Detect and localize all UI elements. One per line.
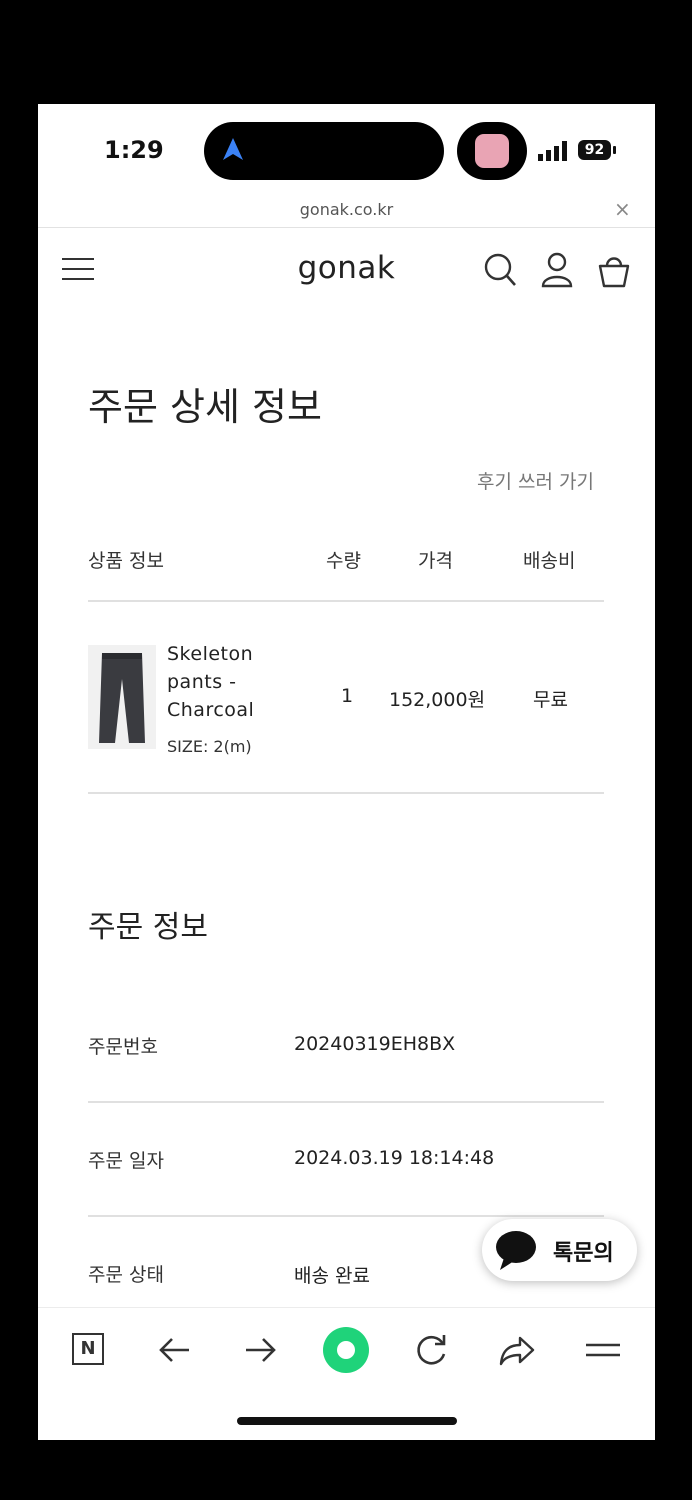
- more-menu-icon[interactable]: [585, 1330, 621, 1370]
- divider: [88, 1101, 604, 1103]
- signal-icon: [538, 141, 567, 161]
- status-bar: 1:29 92: [38, 104, 655, 196]
- product-quantity: 1: [341, 685, 354, 707]
- battery-cap: [613, 146, 616, 154]
- cart-icon[interactable]: [596, 250, 632, 290]
- app-icon: [475, 134, 509, 168]
- product-shipping: 무료: [533, 689, 568, 711]
- user-icon[interactable]: [540, 250, 574, 290]
- forward-icon[interactable]: [243, 1330, 277, 1370]
- search-icon[interactable]: [483, 250, 517, 290]
- write-review-link[interactable]: 후기 쓰러 가기: [477, 467, 594, 494]
- url-text: gonak.co.kr: [299, 200, 394, 219]
- order-number-value: 20240319EH8BX: [294, 1033, 456, 1055]
- page-title: 주문 상세 정보: [88, 385, 322, 429]
- close-icon[interactable]: ×: [614, 197, 631, 221]
- product-price: 152,000원: [389, 689, 486, 711]
- order-status-label: 주문 상태: [88, 1264, 164, 1286]
- product-size: SIZE: 2(m): [167, 737, 252, 756]
- divider: [88, 600, 604, 602]
- product-name[interactable]: Skeleton pants - Charcoal: [167, 640, 297, 724]
- status-time: 1:29: [104, 136, 164, 164]
- order-info-title: 주문 정보: [88, 910, 208, 945]
- site-header: gonak: [38, 228, 655, 314]
- phone-screen: 1:29 92 gonak.co.kr × gonak 주문 상세 정보 후기 …: [38, 104, 655, 1440]
- chat-inquiry-label: 톡문의: [553, 1241, 614, 1266]
- dynamic-island: [204, 122, 444, 180]
- order-date-value: 2024.03.19 18:14:48: [294, 1147, 495, 1169]
- product-thumbnail[interactable]: [88, 645, 156, 749]
- live-activity-island: [457, 122, 527, 180]
- share-icon[interactable]: [498, 1330, 536, 1370]
- chat-inquiry-button[interactable]: 톡문의: [482, 1219, 637, 1281]
- back-icon[interactable]: [158, 1330, 192, 1370]
- green-dot-button[interactable]: [323, 1327, 369, 1373]
- column-header-price: 가격: [418, 550, 453, 572]
- divider: [88, 792, 604, 794]
- refresh-icon[interactable]: [413, 1330, 449, 1370]
- battery-icon: 92: [578, 140, 611, 160]
- order-date-label: 주문 일자: [88, 1150, 164, 1172]
- column-header-quantity: 수량: [326, 550, 361, 572]
- pants-image: [99, 653, 145, 743]
- order-number-label: 주문번호: [88, 1036, 158, 1058]
- column-header-product: 상품 정보: [88, 550, 164, 572]
- home-indicator[interactable]: [237, 1417, 457, 1425]
- chat-bubble-icon: [496, 1231, 536, 1270]
- location-arrow-icon: [223, 138, 243, 160]
- column-header-shipping: 배송비: [523, 550, 576, 572]
- order-status-value: 배송 완료: [294, 1265, 370, 1287]
- naver-home-button[interactable]: N: [72, 1333, 104, 1365]
- url-bar[interactable]: gonak.co.kr ×: [38, 196, 655, 228]
- divider: [88, 1215, 604, 1217]
